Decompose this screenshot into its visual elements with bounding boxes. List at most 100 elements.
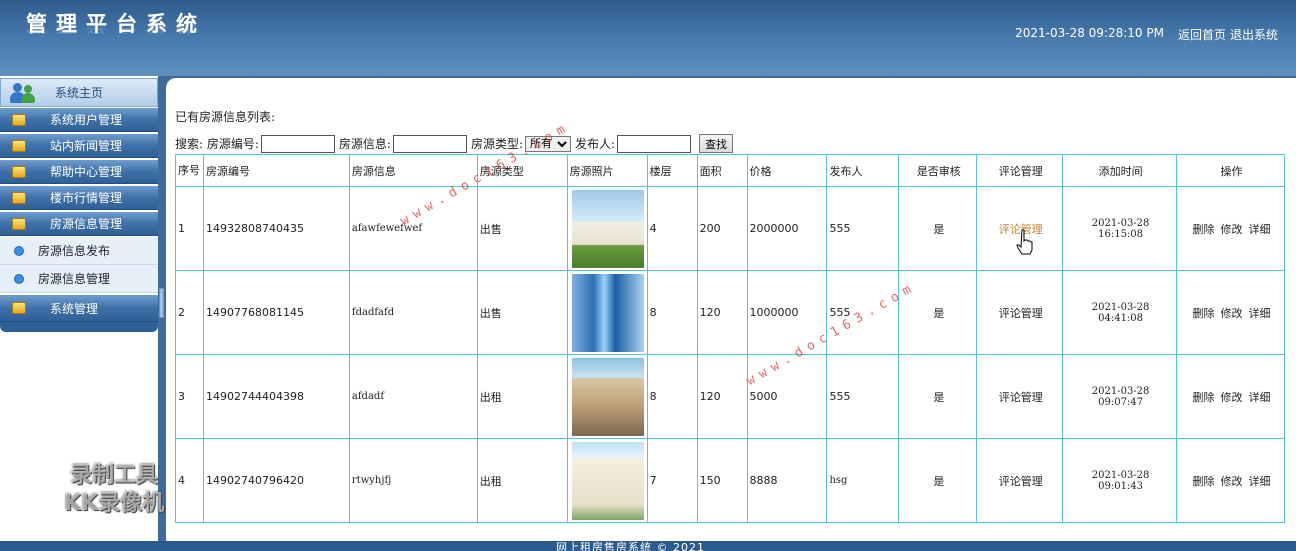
search-id-label: 房源编号: [206,137,259,151]
added-time: 09:07:47 [1098,396,1144,408]
sidebar-bottom-cap [0,322,158,332]
cell-comment: 评论管理 [976,270,1064,355]
search-publisher-input[interactable] [617,134,692,153]
edit-link[interactable]: 修改 [1221,305,1243,321]
cell-no: 4 [175,438,204,523]
column-header-code: 房源编号 [202,154,350,187]
recorder-watermark: 录制工具 KK录像机 [64,462,164,518]
delete-link[interactable]: 删除 [1193,389,1215,405]
sidebar-collapse-handle[interactable] [159,288,164,318]
cell-photo [566,438,648,523]
cell-photo [566,354,648,439]
comment-manage-link[interactable]: 评论管理 [999,307,1043,320]
detail-link[interactable]: 详细 [1249,305,1271,321]
sidebar-item-news[interactable]: 站内新闻管理 [0,134,158,158]
folder-icon [12,191,26,204]
cell-approved: 是 [898,354,978,439]
main-panel: 已有房源信息列表: 搜索: 房源编号: 房源信息: 房源类型: 所有 发布人: … [166,78,1296,541]
search-label: 搜索: [175,137,204,151]
delete-link[interactable]: 删除 [1193,305,1215,321]
cell-area: 150 [696,438,748,523]
list-title: 已有房源信息列表: [175,110,276,124]
detail-link[interactable]: 详细 [1249,473,1271,489]
comment-manage-link[interactable]: 评论管理 [999,475,1043,488]
sidebar-item-users[interactable]: 系统用户管理 [0,108,158,132]
column-header-photo: 房源照片 [566,154,648,187]
sidebar-subitem-label: 房源信息发布 [38,244,111,258]
delete-link[interactable]: 删除 [1193,473,1215,489]
cell-area: 200 [696,186,748,271]
house-photo[interactable] [572,357,645,436]
detail-link[interactable]: 详细 [1249,389,1271,405]
header-right: 2021-03-28 09:28:10 PM 返回首页 退出系统 [1015,26,1278,43]
home-link[interactable]: 返回首页 [1178,26,1226,43]
cell-area: 120 [696,354,748,439]
added-time: 04:41:08 [1098,312,1144,324]
cell-floor: 8 [646,270,698,355]
sidebar-item-listings[interactable]: 房源信息管理 [0,212,158,236]
cell-photo [566,270,648,355]
sidebar-subitem-publish[interactable]: 房源信息发布 [0,237,158,265]
column-header-publisher: 发布人 [826,154,900,187]
cell-no: 3 [175,354,204,439]
cell-no: 1 [175,186,204,271]
cell-actions: 删除 修改 详细 [1176,186,1285,271]
search-button[interactable]: 查找 [699,134,734,153]
cell-floor: 7 [646,438,698,523]
house-photo[interactable] [572,189,645,268]
edit-link[interactable]: 修改 [1221,389,1243,405]
delete-link[interactable]: 删除 [1193,221,1215,237]
logout-link[interactable]: 退出系统 [1230,26,1278,43]
sidebar-home[interactable]: 系统主页 [0,78,158,107]
house-photo[interactable] [572,441,645,520]
hand-cursor-icon [1016,229,1033,255]
cell-publisher: 555 [826,186,900,271]
cell-added: 2021-03-28 09:01:43 [1062,438,1178,523]
arrow-circle-icon [14,273,24,284]
sidebar-item-help[interactable]: 帮助中心管理 [0,160,158,184]
folder-icon [12,113,26,126]
detail-link[interactable]: 详细 [1249,221,1271,237]
added-date: 2021-03-28 [1091,469,1150,481]
sidebar-item-market[interactable]: 楼市行情管理 [0,186,158,210]
search-bar: 搜索: 房源编号: 房源信息: 房源类型: 所有 发布人: 查找 [175,134,734,153]
sidebar-item-system[interactable]: 系统管理 [0,295,158,322]
added-date: 2021-03-28 [1091,301,1150,313]
cell-code: 14902744404398 [202,354,350,439]
comment-manage-link[interactable]: 评论管理 [999,391,1043,404]
edit-link[interactable]: 修改 [1221,473,1243,489]
sidebar-home-label: 系统主页 [55,86,104,100]
cell-publisher: hsg [826,438,900,523]
cell-type: 出售 [476,270,568,355]
header-bar: 管理平台系统 管理平台系统 2021-03-28 09:28:10 PM 返回首… [0,0,1296,76]
listings-table: 序号 房源编号 房源信息 房源类型 房源照片 楼层 面积 价格 发布人 是否审核… [175,154,1285,523]
column-header-no: 序号 [175,154,204,187]
search-id-input[interactable] [260,134,335,153]
added-date: 2021-03-28 [1091,385,1150,397]
added-date: 2021-03-28 [1091,217,1150,229]
sidebar-item-label: 房源信息管理 [50,217,123,231]
edit-link[interactable]: 修改 [1221,221,1243,237]
header-datetime: 2021-03-28 09:28:10 PM [1015,26,1164,40]
sidebar-item-label: 系统用户管理 [50,113,123,127]
cell-code: 14907768081145 [202,270,350,355]
folder-icon [12,217,26,230]
cell-area: 120 [696,270,748,355]
cell-publisher: 555 [826,354,900,439]
cell-type: 出租 [476,438,568,523]
house-photo[interactable] [572,273,645,352]
search-publisher-label: 发布人: [575,137,616,151]
arrow-circle-icon [14,245,24,256]
table-row: 2 14907768081145 fdadfafd 出售 8 120 10000… [175,270,1285,355]
sidebar-subitem-manage[interactable]: 房源信息管理 [0,265,158,293]
recorder-line-1: 录制工具 [70,463,159,488]
column-header-floor: 楼层 [646,154,698,187]
cell-code: 14932808740435 [202,186,350,271]
folder-icon [12,302,26,314]
cell-added: 2021-03-28 04:41:08 [1062,270,1178,355]
cell-floor: 4 [646,186,698,271]
table-row: 1 14932808740435 afawfewefwef 出售 4 200 2… [175,186,1285,271]
column-header-approved: 是否审核 [898,154,978,187]
column-header-area: 面积 [696,154,748,187]
search-info-input[interactable] [392,134,467,153]
